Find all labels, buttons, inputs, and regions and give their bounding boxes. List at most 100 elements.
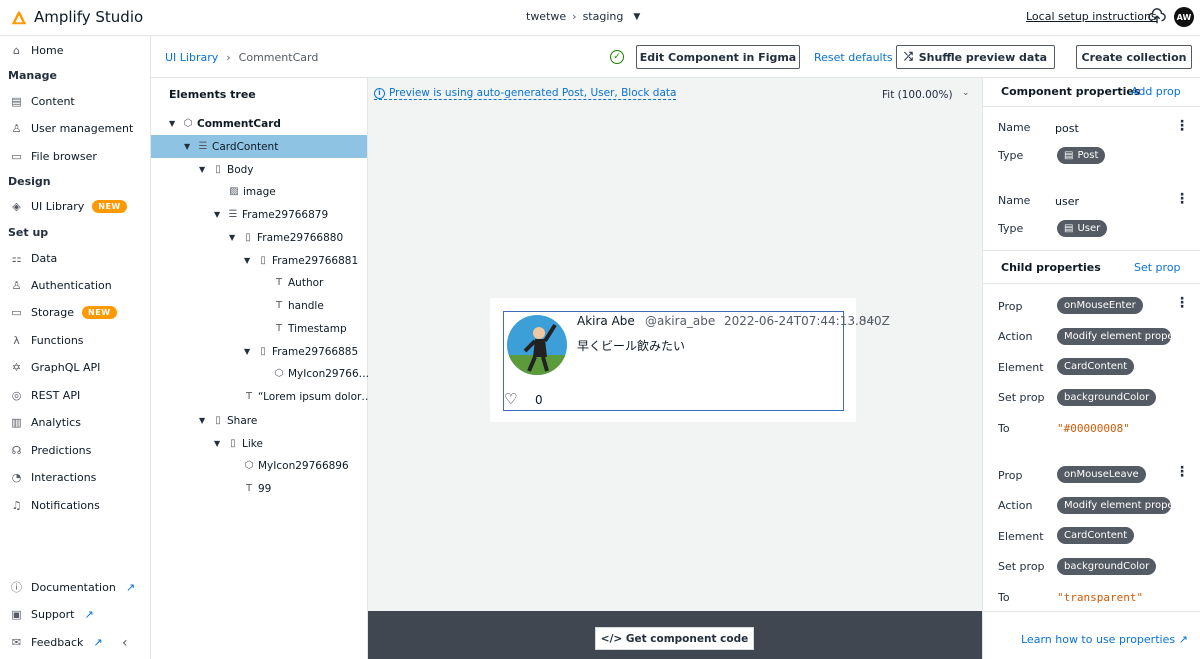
add-prop-link[interactable]: Add prop — [1131, 85, 1181, 98]
prop-name-value: post — [1055, 122, 1079, 135]
tree-node[interactable]: ▼ ☰ Frame29766879 — [214, 203, 328, 226]
tree-node[interactable]: T Timestamp — [272, 317, 347, 340]
learn-properties-link[interactable]: Learn how to use properties ↗ — [1021, 633, 1188, 646]
rest-icon: ◎ — [11, 388, 22, 402]
sidebar-item-content[interactable]: ▤ Content — [10, 92, 74, 110]
get-component-code-button[interactable]: </> Get component code — [595, 627, 754, 650]
collapse-arrow-icon[interactable]: ▼ — [199, 165, 211, 174]
sidebar-item-rest[interactable]: ◎ REST API — [10, 386, 81, 404]
collapse-arrow-icon[interactable]: ▼ — [244, 347, 256, 356]
child-action-label: Action — [998, 499, 1033, 512]
sidebar-item-support[interactable]: ▣ Support ↗ — [10, 605, 94, 623]
chevron-down-icon[interactable]: ⌄ — [962, 88, 970, 98]
zoom-select[interactable]: Fit (100.00%) — [882, 89, 953, 101]
sidebar-item-label: Storage — [31, 305, 75, 319]
collapse-arrow-icon[interactable]: ▼ — [229, 233, 241, 242]
tree-node-selected[interactable]: ▼ ☰ CardContent — [151, 135, 367, 158]
sidebar-item-predictions[interactable]: ☊ Predictions — [10, 441, 92, 459]
tree-node[interactable]: ⬡ MyIcon29766… — [272, 362, 370, 385]
graphql-icon: ✡ — [11, 360, 22, 374]
tree-node[interactable]: ⬡ MyIcon29766896 — [242, 454, 349, 477]
frame-column-icon: ▯ — [215, 415, 221, 426]
tree-node[interactable]: ▼ ▯ Frame29766881 — [244, 249, 358, 272]
collapse-sidebar-icon[interactable]: ‹ — [122, 635, 128, 651]
collapse-arrow-icon[interactable]: ▼ — [214, 439, 226, 448]
text-icon: T — [275, 300, 283, 311]
collapse-arrow-icon[interactable]: ▼ — [214, 210, 226, 219]
prop-type-pill[interactable]: ▤ Post — [1057, 147, 1106, 164]
tree-node[interactable]: ▨ image — [227, 180, 275, 203]
sidebar-item-notifications[interactable]: ♫ Notifications — [10, 496, 100, 514]
tree-node[interactable]: T Author — [272, 271, 323, 294]
sidebar-item-functions[interactable]: λ Functions — [10, 331, 84, 349]
sidebar-item-documentation[interactable]: ⓘ Documentation ↗ — [10, 578, 135, 596]
sidebar-item-analytics[interactable]: ▥ Analytics — [10, 413, 81, 431]
ui-library-icon: ◈ — [12, 199, 21, 213]
child-prop-pill[interactable]: onMouseLeave — [1057, 466, 1146, 483]
tree-node[interactable]: T “Lorem ipsum dolor… — [242, 385, 372, 408]
child-prop-menu-icon[interactable]: ⋮ — [1175, 295, 1189, 311]
sidebar-item-user-management[interactable]: ♙ User management — [10, 119, 134, 137]
shuffle-preview-button[interactable]: ⤮ Shuffle preview data — [896, 45, 1055, 69]
tree-node[interactable]: ▼ ▯ Body — [199, 158, 254, 181]
local-setup-link[interactable]: Local setup instructions — [1026, 10, 1157, 23]
child-action-pill[interactable]: Modify element prope — [1057, 328, 1171, 345]
tree-node[interactable]: ▼ ▯ Share — [199, 409, 257, 432]
child-action-pill[interactable]: Modify element prope — [1057, 497, 1171, 514]
child-prop-menu-icon[interactable]: ⋮ — [1175, 464, 1189, 480]
collapse-arrow-icon[interactable]: ▼ — [199, 416, 211, 425]
child-to-value[interactable]: "#00000008" — [1057, 422, 1130, 435]
environment-selector[interactable]: twetwe › staging ▼ — [526, 10, 640, 23]
code-bar: </> Get component code — [368, 611, 982, 659]
create-collection-button[interactable]: Create collection — [1076, 45, 1192, 69]
sidebar-item-ui-library[interactable]: ◈ UI Library NEW — [10, 197, 127, 215]
heart-icon[interactable]: ♡ — [504, 390, 517, 408]
sidebar-item-interactions[interactable]: ◔ Interactions — [10, 468, 97, 486]
child-element-pill[interactable]: CardContent — [1057, 358, 1135, 375]
predictions-icon: ☊ — [11, 443, 22, 457]
tree-node[interactable]: ▼ ▯ Frame29766885 — [244, 340, 358, 363]
auto-data-notice[interactable]: i Preview is using auto-generated Post, U… — [374, 87, 677, 100]
sidebar-item-label: User management — [31, 121, 134, 135]
edit-in-figma-button[interactable]: Edit Component in Figma — [636, 45, 800, 69]
tree-node[interactable]: ▼ ▯ Frame29766880 — [229, 226, 343, 249]
sidebar-item-graphql[interactable]: ✡ GraphQL API — [10, 358, 101, 376]
sidebar-item-home[interactable]: ⌂ Home — [10, 41, 63, 59]
collapse-arrow-icon[interactable]: ▼ — [184, 142, 196, 151]
sidebar-item-file-browser[interactable]: ▭ File browser — [10, 147, 97, 165]
external-link-icon: ↗ — [84, 607, 94, 621]
card-content-highlight[interactable]: Akira Abe @akira_abe 2022-06-24T07:44:13… — [503, 311, 890, 411]
chevron-right-icon: › — [226, 51, 231, 64]
child-prop-pill[interactable]: onMouseEnter — [1057, 297, 1143, 314]
sidebar-item-storage[interactable]: ▭ Storage NEW — [10, 303, 117, 321]
user-avatar[interactable]: AW — [1174, 7, 1194, 27]
tree-node-label: Frame29766879 — [242, 208, 329, 221]
child-element-pill[interactable]: CardContent — [1057, 527, 1135, 544]
tree-node[interactable]: ▼ ▯ Like — [214, 432, 263, 455]
collapse-arrow-icon[interactable]: ▼ — [244, 256, 256, 265]
collapse-arrow-icon[interactable]: ▼ — [169, 119, 181, 128]
tree-node[interactable]: ▼ ⬡ CommentCard — [169, 112, 281, 135]
child-to-value[interactable]: "transparent" — [1057, 591, 1143, 604]
sidebar-item-data[interactable]: ⚏ Data — [10, 249, 58, 267]
tree-node[interactable]: T 99 — [242, 477, 271, 500]
prop-menu-icon[interactable]: ⋮ — [1175, 118, 1189, 134]
tree-node-label: MyIcon29766… — [288, 367, 370, 380]
cloud-upload-icon[interactable] — [1148, 8, 1166, 26]
sidebar-item-label: Functions — [31, 333, 84, 347]
sidebar-item-authentication[interactable]: ♙ Authentication — [10, 276, 112, 294]
app-logo[interactable]: Amplify Studio — [10, 8, 143, 26]
more-options-icon[interactable]: ⋯ — [863, 313, 875, 327]
set-prop-link[interactable]: Set prop — [1134, 261, 1181, 274]
shuffle-label: Shuffle preview data — [918, 50, 1048, 64]
reset-defaults-link[interactable]: Reset defaults — [814, 51, 893, 64]
child-setprop-pill[interactable]: backgroundColor — [1057, 558, 1157, 575]
sidebar-item-feedback[interactable]: ✉ Feedback ↗ — [10, 633, 103, 651]
divider — [983, 106, 1200, 107]
prop-type-pill[interactable]: ▤ User — [1057, 220, 1108, 237]
child-setprop-pill[interactable]: backgroundColor — [1057, 389, 1157, 406]
tree-node[interactable]: Thandle — [272, 294, 324, 317]
top-bar: Amplify Studio twetwe › staging ▼ Local … — [0, 0, 1200, 36]
prop-menu-icon[interactable]: ⋮ — [1175, 191, 1189, 207]
breadcrumb-ui-library[interactable]: UI Library — [165, 51, 218, 64]
